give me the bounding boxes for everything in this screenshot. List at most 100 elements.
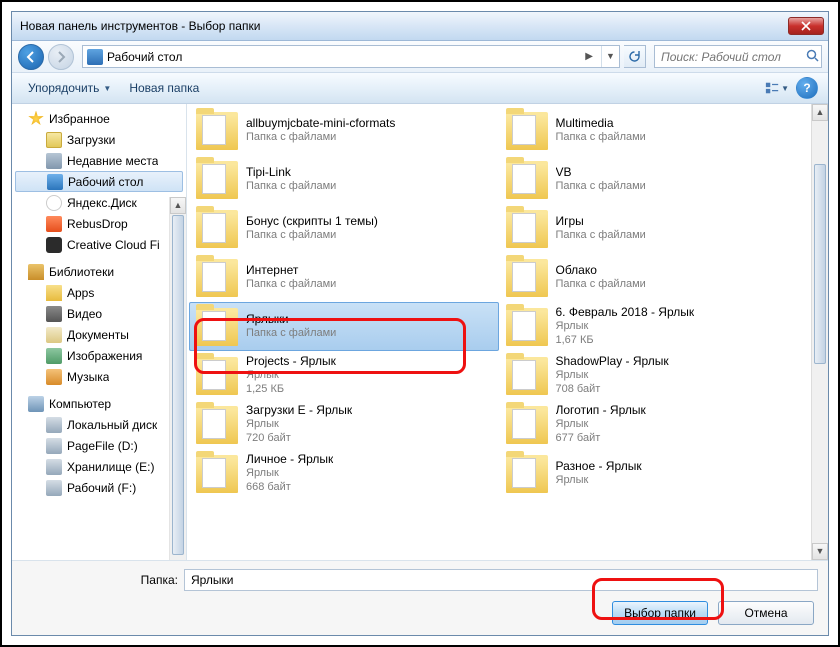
file-item[interactable]: VB Папка с файлами bbox=[499, 155, 809, 204]
tree-item-yandex[interactable]: Яндекс.Диск bbox=[12, 192, 186, 213]
file-item[interactable]: Логотип - Ярлык Ярлык 677 байт bbox=[499, 400, 809, 449]
file-item[interactable]: allbuymjcbate-mini-cformats Папка с файл… bbox=[189, 106, 499, 155]
new-folder-button[interactable]: Новая папка bbox=[123, 78, 205, 98]
tree-item-desktop[interactable]: Рабочий стол bbox=[15, 171, 183, 192]
file-name: Ярлыки bbox=[246, 312, 336, 327]
file-name: Разное - Ярлык bbox=[556, 459, 642, 474]
file-item[interactable]: Projects - Ярлык Ярлык 1,25 КБ bbox=[189, 351, 499, 400]
file-name: Multimedia bbox=[556, 116, 646, 131]
scroll-thumb[interactable] bbox=[172, 215, 184, 555]
file-item[interactable]: Multimedia Папка с файлами bbox=[499, 106, 809, 155]
file-name: 6. Февраль 2018 - Ярлык bbox=[556, 305, 695, 320]
search-icon[interactable] bbox=[803, 49, 821, 65]
tree-item-music[interactable]: Музыка bbox=[12, 366, 186, 387]
library-icon bbox=[28, 264, 44, 280]
file-type: Папка с файлами bbox=[556, 180, 646, 194]
tree-item-documents[interactable]: Документы bbox=[12, 324, 186, 345]
scroll-up-icon[interactable]: ▲ bbox=[170, 197, 186, 214]
drive-icon bbox=[46, 459, 62, 475]
file-item[interactable]: Бонус (скрипты 1 темы) Папка с файлами bbox=[189, 204, 499, 253]
file-item[interactable]: Разное - Ярлык Ярлык bbox=[499, 449, 809, 498]
folder-icon bbox=[46, 285, 62, 301]
back-button[interactable] bbox=[18, 44, 44, 70]
dialog-footer: Папка: Выбор папки Отмена bbox=[12, 560, 828, 635]
file-item[interactable]: Облако Папка с файлами bbox=[499, 253, 809, 302]
folder-label: Папка: bbox=[22, 573, 184, 587]
folder-icon bbox=[506, 161, 548, 199]
breadcrumb-arrow-icon[interactable]: ▶ bbox=[577, 51, 601, 62]
cancel-button[interactable]: Отмена bbox=[718, 601, 814, 625]
address-dropdown-icon[interactable]: ▼ bbox=[601, 46, 619, 67]
titlebar: Новая панель инструментов - Выбор папки bbox=[12, 12, 828, 41]
folder-name-input[interactable] bbox=[184, 569, 818, 591]
tree-item-drive-f[interactable]: Рабочий (F:) bbox=[12, 477, 186, 498]
folder-icon bbox=[196, 455, 238, 493]
file-item[interactable]: ShadowPlay - Ярлык Ярлык 708 байт bbox=[499, 351, 809, 400]
close-button[interactable] bbox=[788, 17, 824, 35]
file-item[interactable]: Личное - Ярлык Ярлык 668 байт bbox=[189, 449, 499, 498]
refresh-button[interactable] bbox=[624, 45, 646, 68]
folder-icon bbox=[506, 259, 548, 297]
file-item[interactable]: Ярлыки Папка с файлами bbox=[189, 302, 499, 351]
folder-icon bbox=[506, 455, 548, 493]
file-name: VB bbox=[556, 165, 646, 180]
view-options-button[interactable]: ▼ bbox=[764, 77, 790, 99]
folder-icon bbox=[506, 210, 548, 248]
help-button[interactable]: ? bbox=[796, 77, 818, 99]
sidebar-scrollbar[interactable]: ▲ ▼ bbox=[169, 197, 186, 560]
file-name: Интернет bbox=[246, 263, 336, 278]
folder-icon bbox=[506, 308, 548, 346]
file-name: allbuymjcbate-mini-cformats bbox=[246, 116, 395, 131]
file-type: Ярлык bbox=[556, 474, 642, 488]
file-name: Загрузки E - Ярлык bbox=[246, 403, 352, 418]
rebus-icon bbox=[46, 216, 62, 232]
images-icon bbox=[46, 348, 62, 364]
scroll-down-icon[interactable]: ▼ bbox=[812, 543, 828, 560]
file-type: Папка с файлами bbox=[246, 131, 395, 145]
search-input[interactable] bbox=[655, 50, 803, 64]
tree-item-cc[interactable]: Creative Cloud Fi bbox=[12, 234, 186, 255]
folder-icon bbox=[506, 406, 548, 444]
choose-folder-button[interactable]: Выбор папки bbox=[612, 601, 708, 625]
file-item[interactable]: Tipi-Link Папка с файлами bbox=[189, 155, 499, 204]
tree-libraries-header[interactable]: Библиотеки bbox=[12, 261, 186, 282]
tree-item-drive-e[interactable]: Хранилище (E:) bbox=[12, 456, 186, 477]
scroll-up-icon[interactable]: ▲ bbox=[812, 104, 828, 121]
file-type: Ярлык bbox=[246, 467, 333, 481]
tree-item-video[interactable]: Видео bbox=[12, 303, 186, 324]
folder-icon bbox=[506, 357, 548, 395]
folder-icon bbox=[196, 259, 238, 297]
address-bar[interactable]: Рабочий стол ▶ ▼ bbox=[82, 45, 620, 68]
tree-item-recent[interactable]: Недавние места bbox=[12, 150, 186, 171]
folder-icon bbox=[46, 132, 62, 148]
tree-computer-header[interactable]: Компьютер bbox=[12, 393, 186, 414]
music-icon bbox=[46, 369, 62, 385]
tree-item-drive-c[interactable]: Локальный диск bbox=[12, 414, 186, 435]
file-list-pane: allbuymjcbate-mini-cformats Папка с файл… bbox=[187, 104, 828, 560]
file-scrollbar[interactable]: ▲ ▼ bbox=[811, 104, 828, 560]
tree-item-images[interactable]: Изображения bbox=[12, 345, 186, 366]
file-name: Projects - Ярлык bbox=[246, 354, 336, 369]
tree-item-drive-d[interactable]: PageFile (D:) bbox=[12, 435, 186, 456]
file-item[interactable]: Интернет Папка с файлами bbox=[189, 253, 499, 302]
file-item[interactable]: Игры Папка с файлами bbox=[499, 204, 809, 253]
organize-button[interactable]: Упорядочить▼ bbox=[22, 78, 117, 98]
drive-icon bbox=[46, 438, 62, 454]
folder-icon bbox=[506, 112, 548, 150]
computer-icon bbox=[28, 396, 44, 412]
file-size: 720 байт bbox=[246, 432, 352, 446]
file-item[interactable]: 6. Февраль 2018 - Ярлык Ярлык 1,67 КБ bbox=[499, 302, 809, 351]
file-size: 677 байт bbox=[556, 432, 646, 446]
tree-item-downloads[interactable]: Загрузки bbox=[12, 129, 186, 150]
file-type: Папка с файлами bbox=[556, 278, 646, 292]
file-type: Папка с файлами bbox=[556, 229, 646, 243]
scroll-thumb[interactable] bbox=[814, 164, 826, 364]
file-item[interactable]: Загрузки E - Ярлык Ярлык 720 байт bbox=[189, 400, 499, 449]
tree-item-rebus[interactable]: RebusDrop bbox=[12, 213, 186, 234]
file-type: Ярлык bbox=[556, 320, 695, 334]
search-box[interactable] bbox=[654, 45, 822, 68]
file-type: Папка с файлами bbox=[556, 131, 646, 145]
tree-item-apps[interactable]: Apps bbox=[12, 282, 186, 303]
tree-favorites-header[interactable]: Избранное bbox=[12, 108, 186, 129]
folder-icon bbox=[196, 112, 238, 150]
